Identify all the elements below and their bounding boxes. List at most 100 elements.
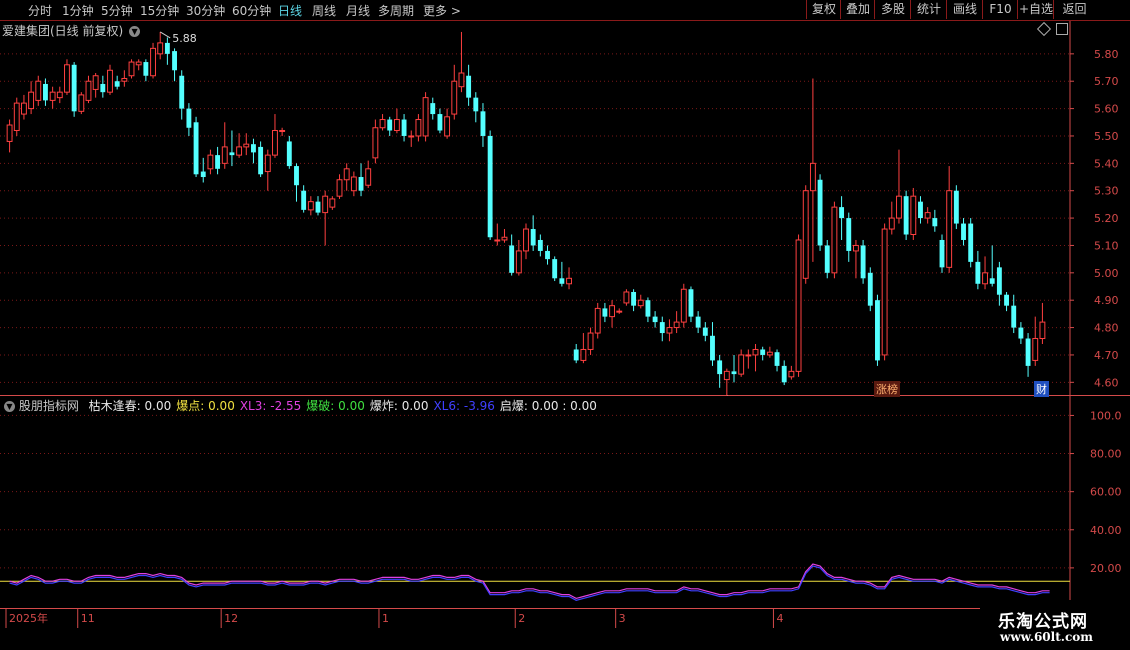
- period-tab-5[interactable]: 60分钟: [232, 2, 271, 19]
- candle[interactable]: [545, 245, 550, 265]
- candle[interactable]: [710, 322, 715, 366]
- candle[interactable]: [637, 294, 644, 309]
- toolbar-button-4[interactable]: 画线: [946, 0, 983, 19]
- candle[interactable]: [172, 48, 177, 82]
- candle[interactable]: [193, 116, 199, 178]
- period-tab-7[interactable]: 周线: [312, 2, 336, 19]
- candle[interactable]: [6, 119, 13, 153]
- candle[interactable]: [336, 174, 343, 199]
- candle[interactable]: [294, 163, 299, 202]
- candle[interactable]: [888, 201, 895, 235]
- candle[interactable]: [939, 234, 945, 273]
- candle[interactable]: [552, 256, 558, 282]
- candle[interactable]: [279, 127, 286, 136]
- candle[interactable]: [143, 59, 149, 82]
- candle[interactable]: [236, 133, 243, 158]
- candle[interactable]: [408, 130, 415, 147]
- candle[interactable]: [573, 343, 579, 364]
- period-tab-6[interactable]: 日线: [278, 2, 302, 19]
- candle[interactable]: [49, 86, 56, 109]
- candle[interactable]: [587, 327, 594, 355]
- candle[interactable]: [903, 190, 909, 240]
- candle[interactable]: [264, 149, 271, 191]
- candle[interactable]: [243, 133, 250, 156]
- candle[interactable]: [1032, 316, 1039, 366]
- candle[interactable]: [752, 343, 759, 372]
- candle[interactable]: [774, 349, 780, 372]
- candle[interactable]: [594, 302, 601, 339]
- candle[interactable]: [329, 196, 336, 210]
- candle[interactable]: [107, 64, 113, 95]
- candle[interactable]: [200, 157, 206, 183]
- candle[interactable]: [559, 261, 565, 287]
- toolbar-button-5[interactable]: F10: [982, 0, 1018, 19]
- candle[interactable]: [896, 149, 902, 224]
- candle[interactable]: [1025, 333, 1031, 377]
- candle[interactable]: [164, 37, 170, 65]
- candle[interactable]: [365, 160, 372, 188]
- candle[interactable]: [645, 297, 651, 323]
- candle[interactable]: [953, 185, 959, 230]
- candle[interactable]: [430, 97, 436, 120]
- period-tab-4[interactable]: 30分钟: [186, 2, 225, 19]
- candle[interactable]: [494, 223, 501, 246]
- candle[interactable]: [673, 311, 680, 334]
- candle[interactable]: [809, 78, 816, 262]
- candle[interactable]: [781, 360, 787, 386]
- badge-zhangbang[interactable]: 涨榜: [874, 381, 900, 397]
- candle[interactable]: [738, 349, 745, 377]
- toolbar-button-0[interactable]: 复权: [806, 0, 841, 19]
- candle[interactable]: [795, 234, 802, 377]
- candle[interactable]: [523, 223, 529, 260]
- candle[interactable]: [680, 283, 687, 328]
- candle[interactable]: [121, 70, 128, 87]
- candle[interactable]: [350, 171, 357, 197]
- period-tab-1[interactable]: 1分钟: [62, 2, 94, 19]
- candle[interactable]: [85, 75, 92, 104]
- candle[interactable]: [881, 223, 888, 361]
- candle[interactable]: [393, 108, 400, 134]
- candle[interactable]: [631, 289, 637, 312]
- toolbar-button-7[interactable]: 返回: [1053, 0, 1095, 19]
- candle[interactable]: [473, 92, 479, 123]
- candle[interactable]: [609, 300, 616, 328]
- candle[interactable]: [968, 218, 974, 268]
- candle[interactable]: [415, 114, 422, 142]
- candle[interactable]: [846, 212, 852, 262]
- candle[interactable]: [702, 322, 708, 342]
- candle[interactable]: [114, 75, 120, 90]
- candle[interactable]: [466, 64, 472, 106]
- candle[interactable]: [1018, 322, 1024, 344]
- candle[interactable]: [537, 234, 543, 257]
- candle[interactable]: [961, 218, 966, 246]
- candle[interactable]: [745, 349, 752, 369]
- candle[interactable]: [989, 245, 995, 287]
- candle[interactable]: [910, 187, 917, 240]
- candle[interactable]: [135, 59, 142, 71]
- candle[interactable]: [401, 114, 407, 142]
- candle[interactable]: [946, 166, 953, 273]
- expand-icon[interactable]: [1056, 23, 1068, 35]
- toolbar-button-6[interactable]: +自选: [1017, 0, 1054, 19]
- candle[interactable]: [918, 196, 923, 224]
- candle[interactable]: [996, 261, 1002, 306]
- candle[interactable]: [982, 256, 988, 290]
- candle[interactable]: [286, 135, 292, 169]
- candle[interactable]: [602, 302, 608, 323]
- candle[interactable]: [666, 319, 673, 342]
- main-chart-panel[interactable]: 4.60 4.70 4.80 4.90 5.00 5.10 5.20 5.30 5.40 5.50…: [0, 21, 1130, 397]
- chevron-down-icon[interactable]: ▼: [4, 401, 15, 412]
- toolbar-button-3[interactable]: 统计: [910, 0, 947, 19]
- candle[interactable]: [788, 365, 795, 380]
- candle[interactable]: [258, 141, 264, 178]
- candle[interactable]: [802, 185, 809, 284]
- candle[interactable]: [580, 333, 587, 364]
- chevron-down-icon[interactable]: ▼: [129, 26, 141, 37]
- candle[interactable]: [157, 31, 164, 60]
- candle[interactable]: [509, 234, 515, 276]
- candle[interactable]: [150, 42, 156, 79]
- period-tab-0[interactable]: 分时: [28, 2, 52, 19]
- candle[interactable]: [688, 286, 694, 323]
- candle[interactable]: [860, 239, 866, 284]
- candle[interactable]: [695, 311, 701, 334]
